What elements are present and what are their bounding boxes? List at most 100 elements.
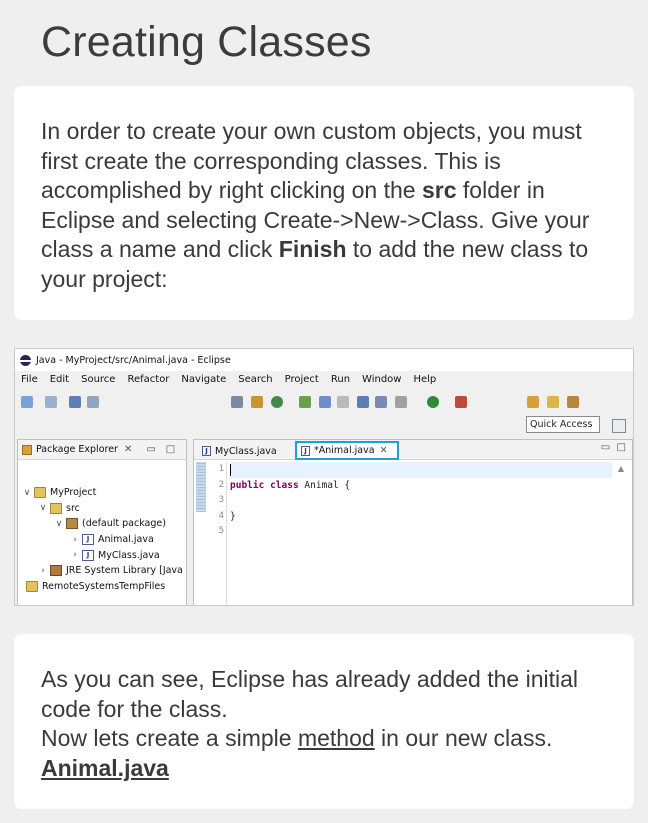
close-icon[interactable]: ✕ — [380, 445, 388, 456]
chevron-down-icon[interactable]: ∨ — [22, 488, 32, 498]
code-line-2[interactable]: public class Animal { — [230, 478, 612, 494]
eclipse-logo-icon — [20, 354, 31, 366]
menu-window[interactable]: Window — [362, 374, 401, 390]
search-tool-icon[interactable] — [567, 396, 579, 408]
external-tools-icon[interactable] — [455, 396, 467, 408]
save-icon[interactable] — [69, 396, 81, 408]
save-all-icon[interactable] — [87, 396, 99, 408]
outro-card: As you can see, Eclipse has already adde… — [14, 634, 634, 809]
menu-edit[interactable]: Edit — [50, 374, 69, 390]
new-icon[interactable] — [21, 396, 33, 408]
code-line-3[interactable] — [230, 493, 612, 509]
open-folder-icon[interactable] — [547, 396, 559, 408]
tree-item-project[interactable]: ∨ MyProject — [18, 485, 186, 501]
chevron-right-icon[interactable]: › — [38, 566, 48, 576]
menu-search[interactable]: Search — [238, 374, 272, 390]
editor-tabbar: J MyClass.java J *Animal.java ✕ ▭ □ — [194, 440, 632, 460]
closing-brace: } — [230, 510, 236, 522]
package-explorer-tabbar: Package Explorer ✕ ▭ □ — [18, 440, 186, 460]
menu-help[interactable]: Help — [413, 374, 436, 390]
format-icon[interactable] — [375, 396, 387, 408]
tree-item-myclass-java[interactable]: › J MyClass.java — [18, 547, 186, 563]
chevron-right-icon[interactable]: › — [70, 535, 80, 545]
open-type-icon[interactable] — [527, 396, 539, 408]
line-numbers: 1 2 3 4 5 — [210, 462, 224, 540]
package-icon[interactable] — [251, 396, 263, 408]
text-caret — [230, 463, 231, 476]
intro-text: In order to create your own custom objec… — [41, 117, 614, 294]
eclipse-toolbar — [15, 392, 633, 414]
line-number: 3 — [218, 495, 224, 505]
menu-project[interactable]: Project — [285, 374, 319, 390]
tree-item-label: src — [66, 502, 80, 514]
close-icon[interactable]: ✕ — [124, 444, 132, 455]
java-file-icon: J — [301, 445, 310, 456]
menu-refactor[interactable]: Refactor — [127, 374, 169, 390]
build-icon[interactable] — [231, 396, 243, 408]
package-explorer-icon — [22, 444, 32, 455]
quick-access-field[interactable]: Quick Access — [526, 416, 600, 433]
perspective-icon[interactable] — [612, 419, 626, 433]
eclipse-titlebar: Java - MyProject/src/Animal.java - Eclip… — [15, 349, 633, 371]
tree-item-default-package[interactable]: ∨ (default package) — [18, 516, 186, 532]
menu-run[interactable]: Run — [331, 374, 350, 390]
project-tree: ∨ MyProject ∨ src ∨ (default package) › … — [18, 485, 186, 594]
run-icon[interactable] — [427, 396, 439, 408]
tree-item-label: RemoteSystemsTempFiles — [42, 580, 166, 592]
tree-item-label: MyClass.java — [98, 549, 160, 561]
outro-text: As you can see, Eclipse has already adde… — [41, 665, 614, 783]
tab-myclass-java[interactable]: J MyClass.java — [198, 443, 281, 459]
java-file-icon: J — [82, 534, 94, 546]
maximize-icon[interactable]: □ — [166, 444, 175, 455]
tree-item-remote[interactable]: RemoteSystemsTempFiles — [18, 579, 186, 595]
src-keyword: src — [421, 177, 457, 203]
tab-animal-java[interactable]: J *Animal.java ✕ — [295, 441, 399, 460]
menu-navigate[interactable]: Navigate — [181, 374, 226, 390]
animal-java-link[interactable]: Animal.java — [41, 755, 169, 781]
debug-icon[interactable] — [395, 396, 407, 408]
tree-item-animal-java[interactable]: › J Animal.java — [18, 532, 186, 548]
line-number: 2 — [218, 479, 224, 490]
highlight-icon[interactable] — [319, 396, 331, 408]
tree-item-src[interactable]: ∨ src — [18, 501, 186, 517]
tab-label: MyClass.java — [215, 445, 277, 457]
eclipse-window-title: Java - MyProject/src/Animal.java - Eclip… — [36, 354, 231, 366]
line-number: 4 — [218, 510, 224, 521]
project-folder-icon — [34, 487, 46, 499]
outro-line2-post: in our new class. — [374, 725, 553, 751]
source-folder-icon — [50, 502, 62, 514]
eclipse-menubar: File Edit Source Refactor Navigate Searc… — [15, 374, 448, 390]
tree-item-label: JRE System Library [Java — [66, 565, 183, 577]
menu-source[interactable]: Source — [81, 374, 115, 390]
chevron-down-icon[interactable]: ∨ — [38, 503, 48, 513]
tree-item-label: MyProject — [50, 487, 97, 499]
change-gutter — [196, 462, 206, 512]
code-editor: J MyClass.java J *Animal.java ✕ ▭ □ 1 2 … — [193, 439, 633, 605]
code-line-4[interactable]: } — [230, 509, 612, 525]
tool-icon[interactable] — [299, 396, 311, 408]
package-icon — [66, 518, 78, 530]
tree-item-label: Animal.java — [98, 534, 154, 546]
code-line-5[interactable] — [230, 524, 612, 540]
minimize-icon[interactable]: ▭ — [146, 444, 155, 455]
eclipse-screenshot: Java - MyProject/src/Animal.java - Eclip… — [14, 348, 634, 606]
menu-file[interactable]: File — [21, 374, 38, 390]
editor-margin-line — [226, 462, 227, 605]
package-explorer-panel: Package Explorer ✕ ▭ □ ∨ MyProject ∨ src… — [17, 439, 187, 605]
scroll-up-icon[interactable]: ▲ — [618, 464, 624, 473]
tree-item-jre[interactable]: › JRE System Library [Java — [18, 563, 186, 579]
package-explorer-tab[interactable]: Package Explorer — [36, 444, 118, 455]
finish-keyword: Finish — [278, 236, 347, 262]
chevron-down-icon[interactable]: ∨ — [54, 519, 64, 529]
intro-card: In order to create your own custom objec… — [14, 86, 634, 320]
mark-icon[interactable] — [337, 396, 349, 408]
chevron-right-icon[interactable]: › — [70, 550, 80, 560]
editor-window-controls[interactable]: ▭ □ — [601, 442, 626, 453]
code-area[interactable]: public class Animal { } — [230, 462, 612, 540]
outro-line2-pre: Now lets create a simple — [41, 725, 298, 751]
method-link[interactable]: method — [298, 725, 375, 751]
code-line-1[interactable] — [230, 462, 612, 478]
new-type-icon[interactable] — [45, 396, 57, 408]
refresh-icon[interactable] — [271, 396, 283, 408]
console-icon[interactable] — [357, 396, 369, 408]
